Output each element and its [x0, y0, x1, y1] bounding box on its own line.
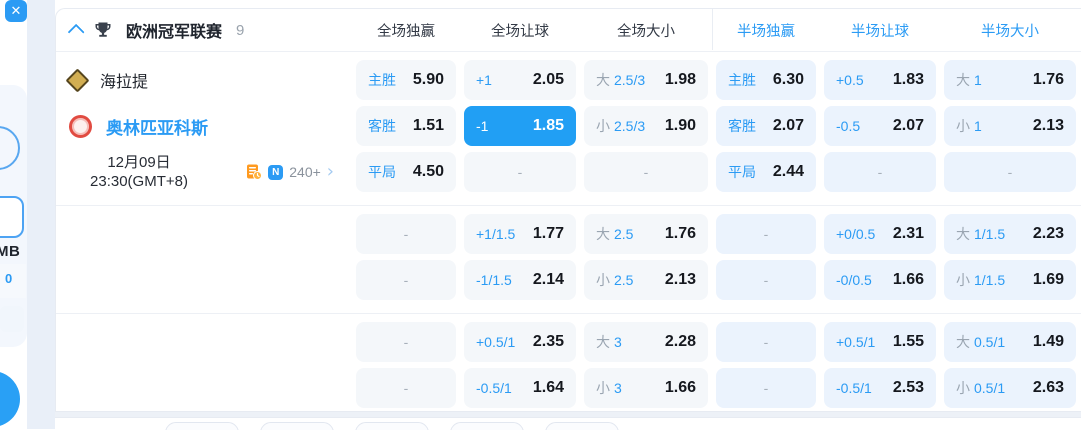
empty-odds-cell: -	[464, 152, 576, 192]
column-header-1: 全场独赢	[377, 23, 435, 40]
live-n-badge: N	[268, 164, 284, 180]
odds-cell[interactable]: 小 1/1.5 1.69	[944, 260, 1076, 300]
alt-handicap-group-2: - +0.5/1 2.35 大 3 2.28- +0.5/1 1.55 大 0.5/1 1.49- -…	[56, 314, 1081, 421]
empty-odds-cell: -	[716, 368, 816, 408]
odds-cell[interactable]: 大 1 1.76	[944, 60, 1076, 100]
alt-handicap-group: - +1/1.5 1.77 大 2.5 1.76- +0/0.5 2.31 大 1/1.5 2.23…	[56, 206, 1081, 313]
empty-odds-cell: -	[716, 260, 816, 300]
column-header-4: 半场独赢	[737, 23, 795, 40]
sidebar-balance-value: 0	[5, 271, 13, 286]
header-section-divider	[712, 9, 713, 50]
empty-odds-cell: -	[356, 322, 456, 362]
column-header-5: 半场让球	[851, 23, 909, 40]
match-date: 12月09日	[107, 154, 171, 171]
info-column-spacer	[56, 260, 348, 300]
extra-markets-count: 240+	[289, 164, 321, 180]
card-header: 欧洲冠军联赛 9 全场独赢 全场让球 全场大小 半场独赢 半场让球 半场大小	[56, 9, 1081, 52]
empty-odds-cell: -	[356, 368, 456, 408]
home-team-row[interactable]: 海拉提	[56, 60, 348, 100]
odds-cell[interactable]: +0/0.5 2.31	[824, 214, 936, 254]
odds-cell[interactable]: 大 2.5/3 1.98	[584, 60, 708, 100]
odds-cell[interactable]: 大 3 2.28	[584, 322, 708, 362]
collapse-chevron-icon[interactable]	[67, 23, 85, 41]
league-header-left: 欧洲冠军联赛 9	[56, 18, 348, 42]
home-team-name: 海拉提	[100, 74, 149, 91]
sidebar-currency-label: MB	[0, 243, 21, 260]
odds-cell[interactable]: -0.5 2.07	[824, 106, 936, 146]
empty-odds-cell: -	[824, 152, 936, 192]
page-background-strip	[27, 0, 55, 429]
odds-cell[interactable]: 小 3 1.66	[584, 368, 708, 408]
match-meta-row: 12月09日 23:30(GMT+8) N 240+ ›	[56, 152, 348, 192]
home-team-badge-icon	[65, 67, 90, 93]
empty-odds-cell: -	[716, 214, 816, 254]
odds-cell[interactable]: +0.5/1 1.55	[824, 322, 936, 362]
close-icon[interactable]: ✕	[5, 0, 27, 22]
league-odds-card: 欧洲冠军联赛 9 全场独赢 全场让球 全场大小 半场独赢 半场让球 半场大小 海拉提 奥林…	[55, 8, 1081, 412]
match-extra-icons[interactable]: N 240+ ›	[246, 163, 334, 181]
column-header-6: 半场大小	[981, 23, 1039, 40]
odds-cell[interactable]: 主胜 6.30	[716, 60, 816, 100]
sidebar-balance-row	[0, 264, 26, 298]
floating-action-button[interactable]	[0, 371, 20, 427]
league-match-count: 9	[236, 21, 245, 39]
odds-cell[interactable]: -1/1.5 2.14	[464, 260, 576, 300]
odds-cell[interactable]: -0/0.5 1.66	[824, 260, 936, 300]
empty-odds-cell: -	[716, 322, 816, 362]
odds-cell[interactable]: -0.5/1 1.64	[464, 368, 576, 408]
match-datetime: 12月09日 23:30(GMT+8)	[64, 153, 214, 191]
odds-cell-selected[interactable]: -1 1.85	[464, 106, 576, 146]
column-header-2: 全场让球	[491, 23, 549, 40]
odds-cell[interactable]: +0.5/1 2.35	[464, 322, 576, 362]
away-team-badge-icon	[69, 114, 92, 138]
odds-cell[interactable]: 客胜 2.07	[716, 106, 816, 146]
odds-history-icon	[247, 164, 263, 180]
sidebar-outlined-button[interactable]	[0, 196, 24, 238]
odds-cell[interactable]: 小 2.5/3 1.90	[584, 106, 708, 146]
empty-odds-cell: -	[944, 152, 1076, 192]
odds-cell[interactable]: 客胜 1.51	[356, 106, 456, 146]
odds-cell[interactable]: 主胜 5.90	[356, 60, 456, 100]
away-team-name: 奥林匹亚科斯	[106, 118, 208, 138]
league-title: 欧洲冠军联赛	[126, 24, 223, 41]
odds-cell[interactable]: 小 0.5/1 2.63	[944, 368, 1076, 408]
odds-cell[interactable]: +1 2.05	[464, 60, 576, 100]
column-header-3: 全场大小	[617, 23, 675, 40]
info-column-spacer	[56, 368, 348, 408]
odds-cell[interactable]: +1/1.5 1.77	[464, 214, 576, 254]
odds-cell[interactable]: 平局 4.50	[356, 152, 456, 192]
info-column-spacer	[56, 214, 348, 254]
odds-cell[interactable]: 大 0.5/1 1.49	[944, 322, 1076, 362]
match-time: 23:30(GMT+8)	[90, 173, 188, 190]
empty-odds-cell: -	[356, 214, 456, 254]
away-team-row[interactable]: 奥林匹亚科斯	[56, 106, 348, 146]
empty-odds-cell: -	[356, 260, 456, 300]
odds-cell[interactable]: 大 2.5 1.76	[584, 214, 708, 254]
odds-cell[interactable]: +0.5 1.83	[824, 60, 936, 100]
odds-cell[interactable]: 平局 2.44	[716, 152, 816, 192]
chevron-right-icon[interactable]: ›	[327, 163, 334, 181]
odds-cell[interactable]: 小 2.5 2.13	[584, 260, 708, 300]
odds-cell[interactable]: 大 1/1.5 2.23	[944, 214, 1076, 254]
empty-odds-cell: -	[584, 152, 708, 192]
trophy-icon	[95, 22, 111, 37]
main-odds-group: 海拉提 奥林匹亚科斯 12月09日 23:30(GMT+8) N 240+ › …	[56, 52, 1081, 205]
odds-cell[interactable]: 小 1 2.13	[944, 106, 1076, 146]
odds-cell[interactable]: -0.5/1 2.53	[824, 368, 936, 408]
sidebar-box	[0, 306, 24, 332]
next-section-card	[55, 417, 1081, 430]
info-column-spacer	[56, 322, 348, 362]
